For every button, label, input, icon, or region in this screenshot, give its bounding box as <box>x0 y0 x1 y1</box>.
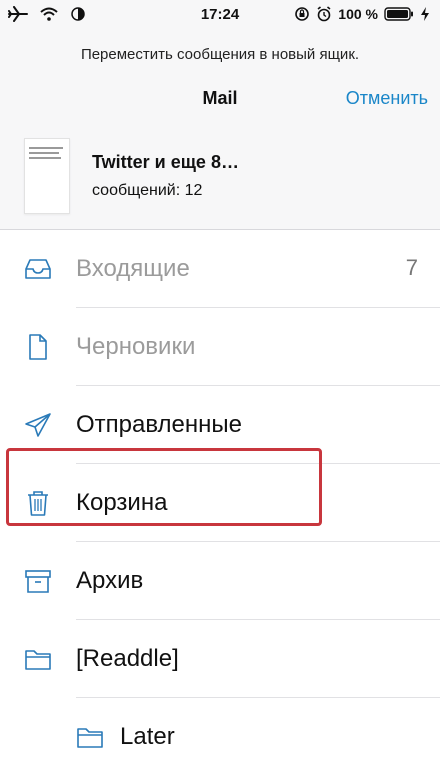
paper-plane-icon <box>25 413 51 437</box>
unread-count: 7 <box>405 255 418 280</box>
folder-readdle[interactable]: [Readdle] <box>0 620 440 698</box>
folder-archive[interactable]: Архив <box>0 542 440 620</box>
charging-icon <box>421 7 429 21</box>
message-thumbnail <box>24 138 70 214</box>
battery-icon <box>384 7 413 21</box>
folder-later[interactable]: Later <box>0 698 440 776</box>
cancel-button[interactable]: Отменить <box>346 88 428 109</box>
folder-icon <box>77 728 103 748</box>
move-prompt: Переместить сообщения в новый ящик. <box>80 46 360 63</box>
archive-box-icon <box>25 570 51 593</box>
folder-label: [Readdle] <box>76 645 179 672</box>
inbox-tray-icon <box>25 259 51 279</box>
folder-inbox[interactable]: Входящие 7 <box>0 230 440 308</box>
folder-icon <box>25 650 51 670</box>
message-count: сообщений: 12 <box>92 182 203 199</box>
status-right: 100 % <box>294 6 430 22</box>
folder-label: Отправленные <box>76 411 243 438</box>
message-title: Twitter и еще 8… <box>92 152 239 172</box>
move-header: Переместить сообщения в новый ящик. Mail… <box>0 30 440 230</box>
folder-label: Входящие <box>76 255 190 282</box>
alarm-icon <box>317 6 331 22</box>
battery-percent: 100 % <box>338 6 378 22</box>
folder-drafts[interactable]: Черновики <box>0 308 440 386</box>
lock-rotation-icon <box>295 7 310 21</box>
status-bar: 17:24 100 % <box>0 0 440 30</box>
document-icon <box>29 334 47 360</box>
trash-highlight-frame <box>6 448 322 526</box>
folder-label: Later <box>120 723 175 750</box>
folder-label: Черновики <box>76 333 196 360</box>
folder-label: Архив <box>76 567 144 594</box>
